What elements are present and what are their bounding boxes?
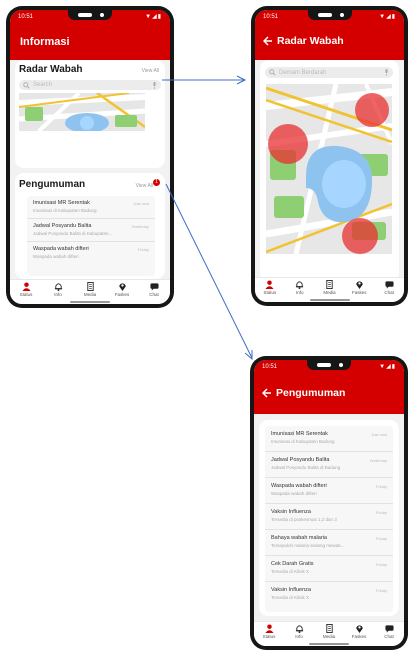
flow-arrows xyxy=(162,75,253,361)
arrow-to-pengumuman xyxy=(165,183,253,359)
